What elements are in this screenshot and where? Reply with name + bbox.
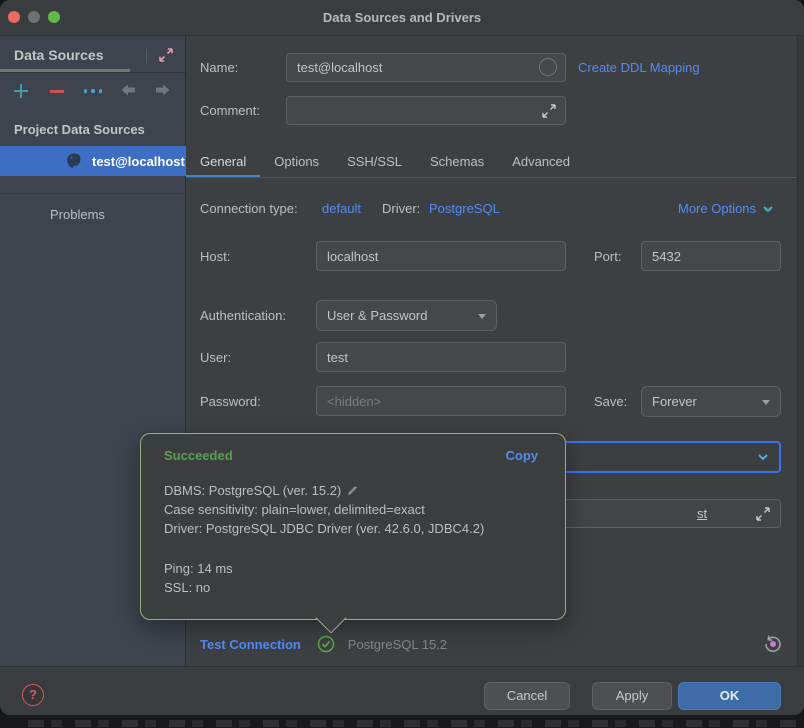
user-input[interactable] bbox=[317, 343, 565, 371]
authentication-label: Authentication: bbox=[200, 308, 286, 323]
tooltip-details: DBMS: PostgreSQL (ver. 15.2) Case sensit… bbox=[164, 481, 484, 538]
connection-type-link[interactable]: default bbox=[322, 201, 361, 216]
host-field-wrap bbox=[316, 241, 566, 271]
more-actions-icon[interactable] bbox=[84, 82, 102, 100]
name-label: Name: bbox=[200, 60, 238, 75]
host-label: Host: bbox=[200, 249, 230, 264]
driver-link[interactable]: PostgreSQL bbox=[429, 201, 500, 216]
success-check-icon bbox=[317, 635, 335, 653]
dbms-line: DBMS: PostgreSQL (ver. 15.2) bbox=[164, 483, 341, 498]
background-window-strip bbox=[0, 715, 804, 728]
title-bar: Data Sources and Drivers bbox=[0, 0, 804, 36]
tabs-divider bbox=[186, 177, 797, 178]
tab-advanced[interactable]: Advanced bbox=[498, 147, 584, 178]
tab-schemas[interactable]: Schemas bbox=[416, 147, 498, 178]
password-field-wrap bbox=[316, 386, 566, 416]
postgresql-elephant-icon bbox=[65, 152, 83, 170]
name-input[interactable] bbox=[287, 54, 565, 81]
project-data-sources-header: Project Data Sources bbox=[14, 122, 145, 137]
test-connection-link[interactable]: Test Connection bbox=[200, 637, 301, 652]
case-sensitivity-line: Case sensitivity: plain=lower, delimited… bbox=[164, 500, 484, 519]
driver-line: Driver: PostgreSQL JDBC Driver (ver. 42.… bbox=[164, 519, 484, 538]
comment-input[interactable] bbox=[287, 97, 565, 124]
back-arrow-icon[interactable] bbox=[120, 82, 138, 100]
ok-button[interactable]: OK bbox=[678, 682, 781, 710]
name-sync-icon[interactable] bbox=[539, 58, 557, 76]
password-label: Password: bbox=[200, 394, 261, 409]
help-button[interactable]: ? bbox=[22, 684, 44, 706]
copy-link[interactable]: Copy bbox=[506, 448, 539, 463]
data-source-name: test@localhost bbox=[92, 154, 185, 169]
chevron-down-icon bbox=[478, 314, 486, 319]
settings-tabs: General Options SSH/SSL Schemas Advanced bbox=[186, 147, 804, 178]
ssl-line: SSL: no bbox=[164, 578, 233, 597]
sidebar-toolbar bbox=[0, 78, 186, 104]
data-sources-dialog: Data Sources and Drivers Data Sources bbox=[0, 0, 804, 715]
expand-comment-icon[interactable] bbox=[541, 103, 557, 119]
port-label: Port: bbox=[594, 249, 621, 264]
tab-options[interactable]: Options bbox=[260, 147, 333, 178]
driver-label: Driver: bbox=[382, 201, 420, 216]
test-connection-tooltip: Succeeded Copy DBMS: PostgreSQL (ver. 15… bbox=[140, 433, 566, 620]
tooltip-status: Succeeded bbox=[164, 448, 233, 463]
window-title: Data Sources and Drivers bbox=[0, 10, 804, 25]
host-input[interactable] bbox=[317, 242, 565, 270]
vertical-scrollbar[interactable] bbox=[797, 36, 804, 666]
test-connection-row: Test Connection PostgreSQL 15.2 bbox=[200, 635, 447, 655]
user-label: User: bbox=[200, 350, 231, 365]
add-data-source-icon[interactable] bbox=[12, 82, 30, 100]
more-options-link[interactable]: More Options bbox=[678, 201, 756, 216]
sidebar-item-problems[interactable]: Problems bbox=[0, 202, 186, 228]
save-select[interactable]: Forever bbox=[641, 386, 781, 417]
chevron-down-icon bbox=[757, 452, 769, 462]
sidebar-item-test-localhost[interactable]: test@localhost bbox=[0, 146, 186, 176]
port-input[interactable] bbox=[642, 242, 780, 270]
user-field-wrap bbox=[316, 342, 566, 372]
remove-data-source-icon[interactable] bbox=[48, 82, 66, 100]
tab-general[interactable]: General bbox=[186, 147, 260, 178]
expand-url-icon[interactable] bbox=[755, 506, 771, 522]
cancel-button[interactable]: Cancel bbox=[484, 682, 570, 710]
create-ddl-mapping-link[interactable]: Create DDL Mapping bbox=[578, 60, 700, 75]
divider bbox=[0, 193, 186, 194]
forward-arrow-icon[interactable] bbox=[155, 82, 173, 100]
apply-button[interactable]: Apply bbox=[592, 682, 672, 710]
save-label: Save: bbox=[594, 394, 627, 409]
blurred-background-text bbox=[28, 720, 796, 727]
divider bbox=[0, 72, 186, 73]
tab-ssh-ssl[interactable]: SSH/SSL bbox=[333, 147, 416, 178]
sidebar-header-separator bbox=[146, 49, 147, 63]
port-field-wrap bbox=[641, 241, 781, 271]
footer-bar: ? Cancel Apply OK bbox=[0, 666, 804, 715]
url-visible-text: st bbox=[697, 506, 707, 521]
connection-type-label: Connection type: bbox=[200, 201, 298, 216]
comment-label: Comment: bbox=[200, 103, 260, 118]
chevron-down-icon[interactable] bbox=[762, 204, 774, 214]
sidebar-header: Data Sources bbox=[14, 47, 103, 63]
ping-line: Ping: 14 ms bbox=[164, 559, 233, 578]
revert-history-icon[interactable] bbox=[763, 634, 783, 654]
name-field-wrap bbox=[286, 53, 566, 82]
comment-field-wrap bbox=[286, 96, 566, 125]
test-result-text: PostgreSQL 15.2 bbox=[348, 637, 447, 652]
chevron-down-icon bbox=[762, 400, 770, 405]
expand-panel-icon[interactable] bbox=[157, 46, 175, 64]
edit-pencil-icon[interactable] bbox=[346, 484, 359, 497]
authentication-select[interactable]: User & Password bbox=[316, 300, 497, 331]
password-input[interactable] bbox=[317, 387, 565, 415]
ping-ssl-lines: Ping: 14 ms SSL: no bbox=[164, 559, 233, 597]
